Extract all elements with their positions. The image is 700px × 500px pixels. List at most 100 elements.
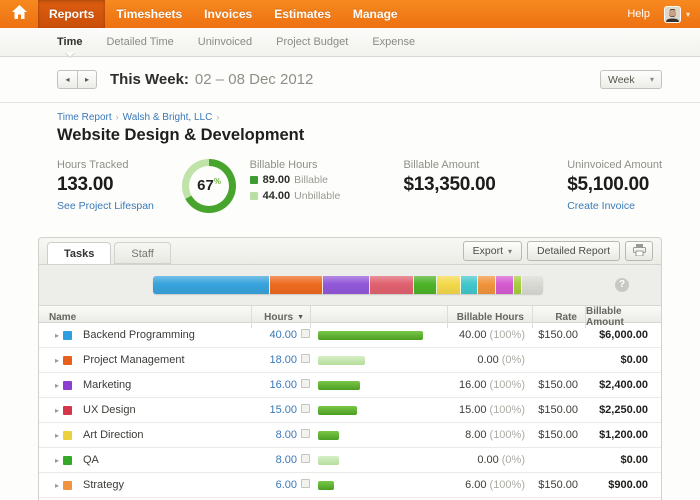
- task-color-swatch: [63, 431, 72, 440]
- amount-value: $1,200.00: [586, 429, 661, 441]
- column-header-hours[interactable]: Hours ▼: [252, 306, 311, 328]
- table-row[interactable]: ▸ Project Management 18.00 0.00(0%) $0.0…: [39, 348, 661, 373]
- expand-arrow-icon[interactable]: ▸: [39, 331, 59, 340]
- uninvoiced-amount-value: $5,100.00: [567, 174, 662, 196]
- subnav-item-project-budget[interactable]: Project Budget: [264, 28, 360, 56]
- task-color-swatch: [63, 331, 72, 340]
- bar-segment[interactable]: [437, 276, 460, 294]
- bar-segment[interactable]: [478, 276, 496, 294]
- detailed-report-button[interactable]: Detailed Report: [527, 241, 620, 261]
- nav-item-invoices[interactable]: Invoices: [193, 0, 263, 28]
- bar-segment[interactable]: [370, 276, 414, 294]
- export-button[interactable]: Export ▾: [463, 241, 522, 261]
- hours-link[interactable]: 16.00: [269, 379, 297, 391]
- billable-hours-value: 6.00: [465, 479, 486, 491]
- expand-arrow-icon[interactable]: ▸: [39, 406, 59, 415]
- expand-arrow-icon[interactable]: ▸: [39, 431, 59, 440]
- hours-bar: [318, 431, 339, 440]
- expand-arrow-icon[interactable]: ▸: [39, 456, 59, 465]
- timesheet-icon[interactable]: [301, 429, 310, 438]
- amount-value: $6,000.00: [586, 329, 661, 341]
- timesheet-icon[interactable]: [301, 329, 310, 338]
- table-row[interactable]: ▸ Strategy 6.00 6.00(100%) $150.00 $900.…: [39, 473, 661, 498]
- nav-item-manage[interactable]: Manage: [342, 0, 409, 28]
- timesheet-icon[interactable]: [301, 354, 310, 363]
- bar-segment[interactable]: [270, 276, 323, 294]
- timesheet-icon[interactable]: [301, 479, 310, 488]
- page-title: Website Design & Development: [57, 126, 662, 145]
- create-invoice-link[interactable]: Create Invoice: [567, 200, 662, 212]
- bar-segment[interactable]: [153, 276, 270, 294]
- table-row[interactable]: ▸ UX Design 15.00 15.00(100%) $150.00 $2…: [39, 398, 661, 423]
- tab-staff[interactable]: Staff: [114, 242, 170, 264]
- hours-link[interactable]: 8.00: [276, 429, 297, 441]
- billable-hours-pct: (100%): [490, 329, 525, 341]
- breadcrumb-client[interactable]: Walsh & Bright, LLC: [123, 112, 213, 123]
- home-button[interactable]: [0, 0, 38, 28]
- hours-link[interactable]: 18.00: [269, 354, 297, 366]
- hours-bar: [318, 481, 334, 490]
- help-circle-icon[interactable]: ?: [615, 278, 629, 292]
- next-week-button[interactable]: ▸: [77, 70, 97, 89]
- tab-tasks[interactable]: Tasks: [47, 242, 111, 264]
- task-name: UX Design: [75, 404, 252, 416]
- printer-icon: [633, 244, 646, 259]
- user-menu-caret-icon[interactable]: ▾: [686, 10, 690, 19]
- billable-hours-value: 8.00: [465, 429, 486, 441]
- table-row[interactable]: ▸ Art Direction 8.00 8.00(100%) $150.00 …: [39, 423, 661, 448]
- column-header-rate: Rate: [533, 306, 586, 328]
- sort-desc-icon: ▼: [297, 314, 304, 321]
- billable-hours-value: 0.00: [477, 354, 498, 366]
- expand-arrow-icon[interactable]: ▸: [39, 356, 59, 365]
- bar-segment[interactable]: [323, 276, 370, 294]
- bar-segment[interactable]: [461, 276, 479, 294]
- subnav-item-detailed-time[interactable]: Detailed Time: [94, 28, 185, 56]
- breadcrumb-time-report[interactable]: Time Report: [57, 112, 112, 123]
- timesheet-icon[interactable]: [301, 454, 310, 463]
- expand-arrow-icon[interactable]: ▸: [39, 381, 59, 390]
- bar-segment[interactable]: [514, 276, 523, 294]
- column-header-bar: [311, 306, 448, 328]
- prev-week-button[interactable]: ◂: [57, 70, 77, 89]
- project-lifespan-link[interactable]: See Project Lifespan: [57, 200, 182, 212]
- nav-item-reports[interactable]: Reports: [38, 0, 105, 28]
- subnav-item-time[interactable]: Time: [45, 28, 94, 56]
- stat-label: Uninvoiced Amount: [567, 159, 662, 171]
- billable-hours-value: 40.00: [459, 329, 487, 341]
- print-button[interactable]: [625, 241, 653, 261]
- period-granularity-select[interactable]: Week ▾: [600, 70, 662, 89]
- bar-segment[interactable]: [522, 276, 543, 294]
- help-link[interactable]: Help: [627, 8, 650, 20]
- table-row[interactable]: ▸ Marketing 16.00 16.00(100%) $150.00 $2…: [39, 373, 661, 398]
- rate-value: $150.00: [533, 404, 586, 416]
- hours-link[interactable]: 8.00: [276, 454, 297, 466]
- breadcrumb: Time Report›Walsh & Bright, LLC›: [57, 112, 662, 123]
- table-row[interactable]: ▸ QA 8.00 0.00(0%) $0.00: [39, 448, 661, 473]
- hours-link[interactable]: 6.00: [276, 479, 297, 491]
- amount-value: $0.00: [586, 454, 661, 466]
- timesheet-icon[interactable]: [301, 379, 310, 388]
- unbillable-hours-total: 44.00: [263, 190, 291, 202]
- arrow-right-icon: ▸: [85, 75, 89, 84]
- subnav-item-expense[interactable]: Expense: [360, 28, 427, 56]
- user-avatar[interactable]: [664, 6, 681, 23]
- panel-actions: Export ▾ Detailed Report: [463, 241, 653, 261]
- bar-segment[interactable]: [496, 276, 514, 294]
- stat-label: Billable Amount: [403, 159, 567, 171]
- timesheet-icon[interactable]: [301, 404, 310, 413]
- stacked-bar: [153, 276, 543, 294]
- expand-arrow-icon[interactable]: ▸: [39, 481, 59, 490]
- nav-item-timesheets[interactable]: Timesheets: [105, 0, 193, 28]
- stat-hours-tracked: Hours Tracked 133.00 See Project Lifespa…: [57, 159, 182, 212]
- hours-header-label: Hours: [264, 312, 293, 323]
- stat-billable-amount: Billable Amount $13,350.00: [403, 159, 567, 196]
- nav-item-estimates[interactable]: Estimates: [263, 0, 342, 28]
- period-arrows: ◂ ▸: [57, 70, 97, 89]
- hours-bar: [318, 406, 357, 415]
- hours-bar: [318, 456, 339, 465]
- stat-uninvoiced-amount: Uninvoiced Amount $5,100.00 Create Invoi…: [567, 159, 662, 212]
- hours-link[interactable]: 40.00: [269, 329, 297, 341]
- subnav-item-uninvoiced[interactable]: Uninvoiced: [186, 28, 264, 56]
- hours-link[interactable]: 15.00: [269, 404, 297, 416]
- bar-segment[interactable]: [414, 276, 437, 294]
